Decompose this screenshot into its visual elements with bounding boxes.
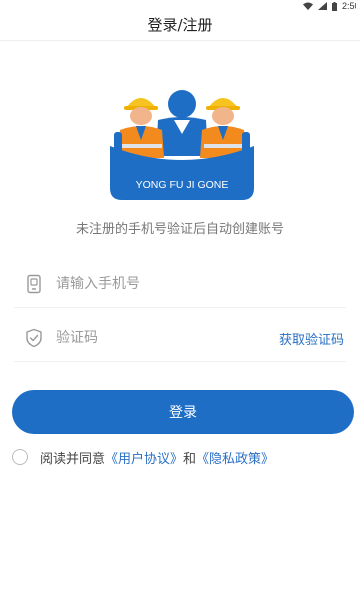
phone-input[interactable] — [56, 269, 346, 299]
app-logo: YONG FU JI GONE — [110, 90, 254, 200]
verification-code-input[interactable] — [56, 323, 279, 353]
signal-icon — [318, 2, 327, 10]
agreement-prefix: 阅读并同意 — [40, 451, 106, 467]
shield-icon — [22, 326, 46, 350]
battery-icon — [332, 1, 337, 11]
logo-left-face — [130, 107, 152, 125]
agreement-row: 阅读并同意 《用户协议》 和 《隐私政策》 — [12, 446, 352, 468]
logo-right-face — [212, 107, 234, 125]
user-agreement-link[interactable]: 《用户协议》 — [105, 448, 183, 467]
logo-text: YONG FU JI GONE — [136, 179, 229, 191]
header-divider — [0, 40, 360, 41]
logo-center-head — [168, 90, 196, 118]
get-code-button[interactable]: 获取验证码 — [279, 329, 344, 348]
code-field-divider — [14, 361, 346, 362]
phone-field-row — [14, 262, 346, 306]
phone-icon — [22, 272, 46, 296]
agreement-and: 和 — [183, 451, 197, 467]
phone-field-divider — [14, 307, 346, 308]
status-time: 2:50 — [342, 1, 356, 11]
register-hint: 未注册的手机号验证后自动创建账号 — [75, 222, 284, 237]
agree-checkbox[interactable] — [12, 449, 28, 465]
privacy-policy-link[interactable]: 《隐私政策》 — [196, 448, 274, 467]
login-button[interactable]: 登录 — [12, 390, 354, 434]
code-field-row: 获取验证码 — [14, 316, 346, 360]
status-icons: 2:50 — [303, 0, 356, 12]
page-title: 登录/注册 — [147, 16, 213, 34]
wifi-icon — [303, 2, 313, 10]
